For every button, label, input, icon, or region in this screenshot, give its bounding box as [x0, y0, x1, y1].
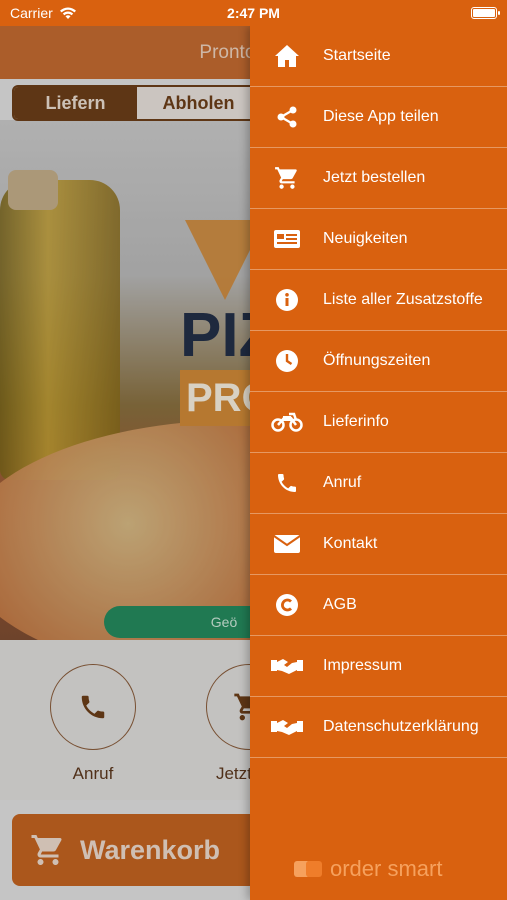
menu-item-label: Impressum: [323, 657, 403, 674]
menu-item-call[interactable]: Anruf: [250, 453, 507, 514]
call-action[interactable]: Anruf: [50, 664, 136, 784]
menu-item-label: Diese App teilen: [323, 108, 439, 125]
brand-name: order smart: [330, 856, 443, 881]
menu-item-label: Öffnungszeiten: [323, 352, 431, 369]
carrier-label: Carrier: [10, 5, 53, 21]
motorcycle-icon: [250, 412, 323, 432]
cork-image: [8, 170, 58, 210]
menu-item-label: Neuigkeiten: [323, 230, 408, 247]
menu-item-hours[interactable]: Öffnungszeiten: [250, 331, 507, 392]
menu-item-label: Anruf: [323, 474, 362, 491]
menu-item-share[interactable]: Diese App teilen: [250, 87, 507, 148]
order-smart-logo-icon: [294, 859, 324, 879]
menu-item-impressum[interactable]: Impressum: [250, 636, 507, 697]
copyright-icon: [250, 593, 323, 617]
info-icon: [250, 288, 323, 312]
order-type-toggle[interactable]: Liefern Abholen: [12, 85, 262, 121]
menu-item-label: Lieferinfo: [323, 413, 389, 430]
menu-item-contact[interactable]: Kontakt: [250, 514, 507, 575]
menu-item-agb[interactable]: AGB: [250, 575, 507, 636]
phone-icon: [250, 471, 323, 495]
oil-bottle-image: [0, 180, 120, 480]
cart-icon: [250, 165, 323, 191]
open-status-label: Geö: [210, 614, 238, 630]
clock-icon: [250, 349, 323, 373]
menu-item-label: Datenschutzerklärung: [323, 718, 479, 735]
phone-icon: [81, 695, 105, 719]
menu-item-news[interactable]: Neuigkeiten: [250, 209, 507, 270]
menu-item-privacy[interactable]: Datenschutzerklärung: [250, 697, 507, 758]
menu-item-startseite[interactable]: Startseite: [250, 26, 507, 87]
home-icon: [250, 44, 323, 68]
envelope-icon: [250, 534, 323, 554]
menu-item-label: Kontakt: [323, 535, 378, 552]
status-bar: Carrier 2:47 PM: [0, 0, 507, 26]
brand-logo: order smart: [294, 856, 442, 882]
call-action-circle[interactable]: [50, 664, 136, 750]
menu-item-label: Jetzt bestellen: [323, 169, 426, 186]
status-left: Carrier: [10, 5, 77, 21]
menu-item-label: AGB: [323, 596, 357, 613]
share-icon: [250, 105, 323, 129]
call-action-label: Anruf: [72, 764, 114, 783]
tab-abholen[interactable]: Abholen: [137, 87, 260, 119]
handshake-icon: [250, 717, 323, 737]
menu-item-label: Liste aller Zusatzstoffe: [323, 291, 483, 308]
wifi-icon: [59, 7, 76, 19]
battery-icon: [471, 7, 500, 19]
menu-item-label: Startseite: [323, 47, 391, 64]
handshake-icon: [250, 656, 323, 676]
menu-item-additives[interactable]: Liste aller Zusatzstoffe: [250, 270, 507, 331]
news-icon: [250, 229, 323, 249]
cart-label: Warenkorb: [80, 834, 221, 865]
cart-icon: [31, 835, 62, 865]
menu-item-delivery[interactable]: Lieferinfo: [250, 392, 507, 453]
tab-liefern[interactable]: Liefern: [14, 87, 137, 119]
side-drawer: Startseite Diese App teilen Jetzt bestel…: [250, 26, 507, 900]
cart-button[interactable]: Warenkorb: [12, 814, 262, 886]
menu-item-order[interactable]: Jetzt bestellen: [250, 148, 507, 209]
